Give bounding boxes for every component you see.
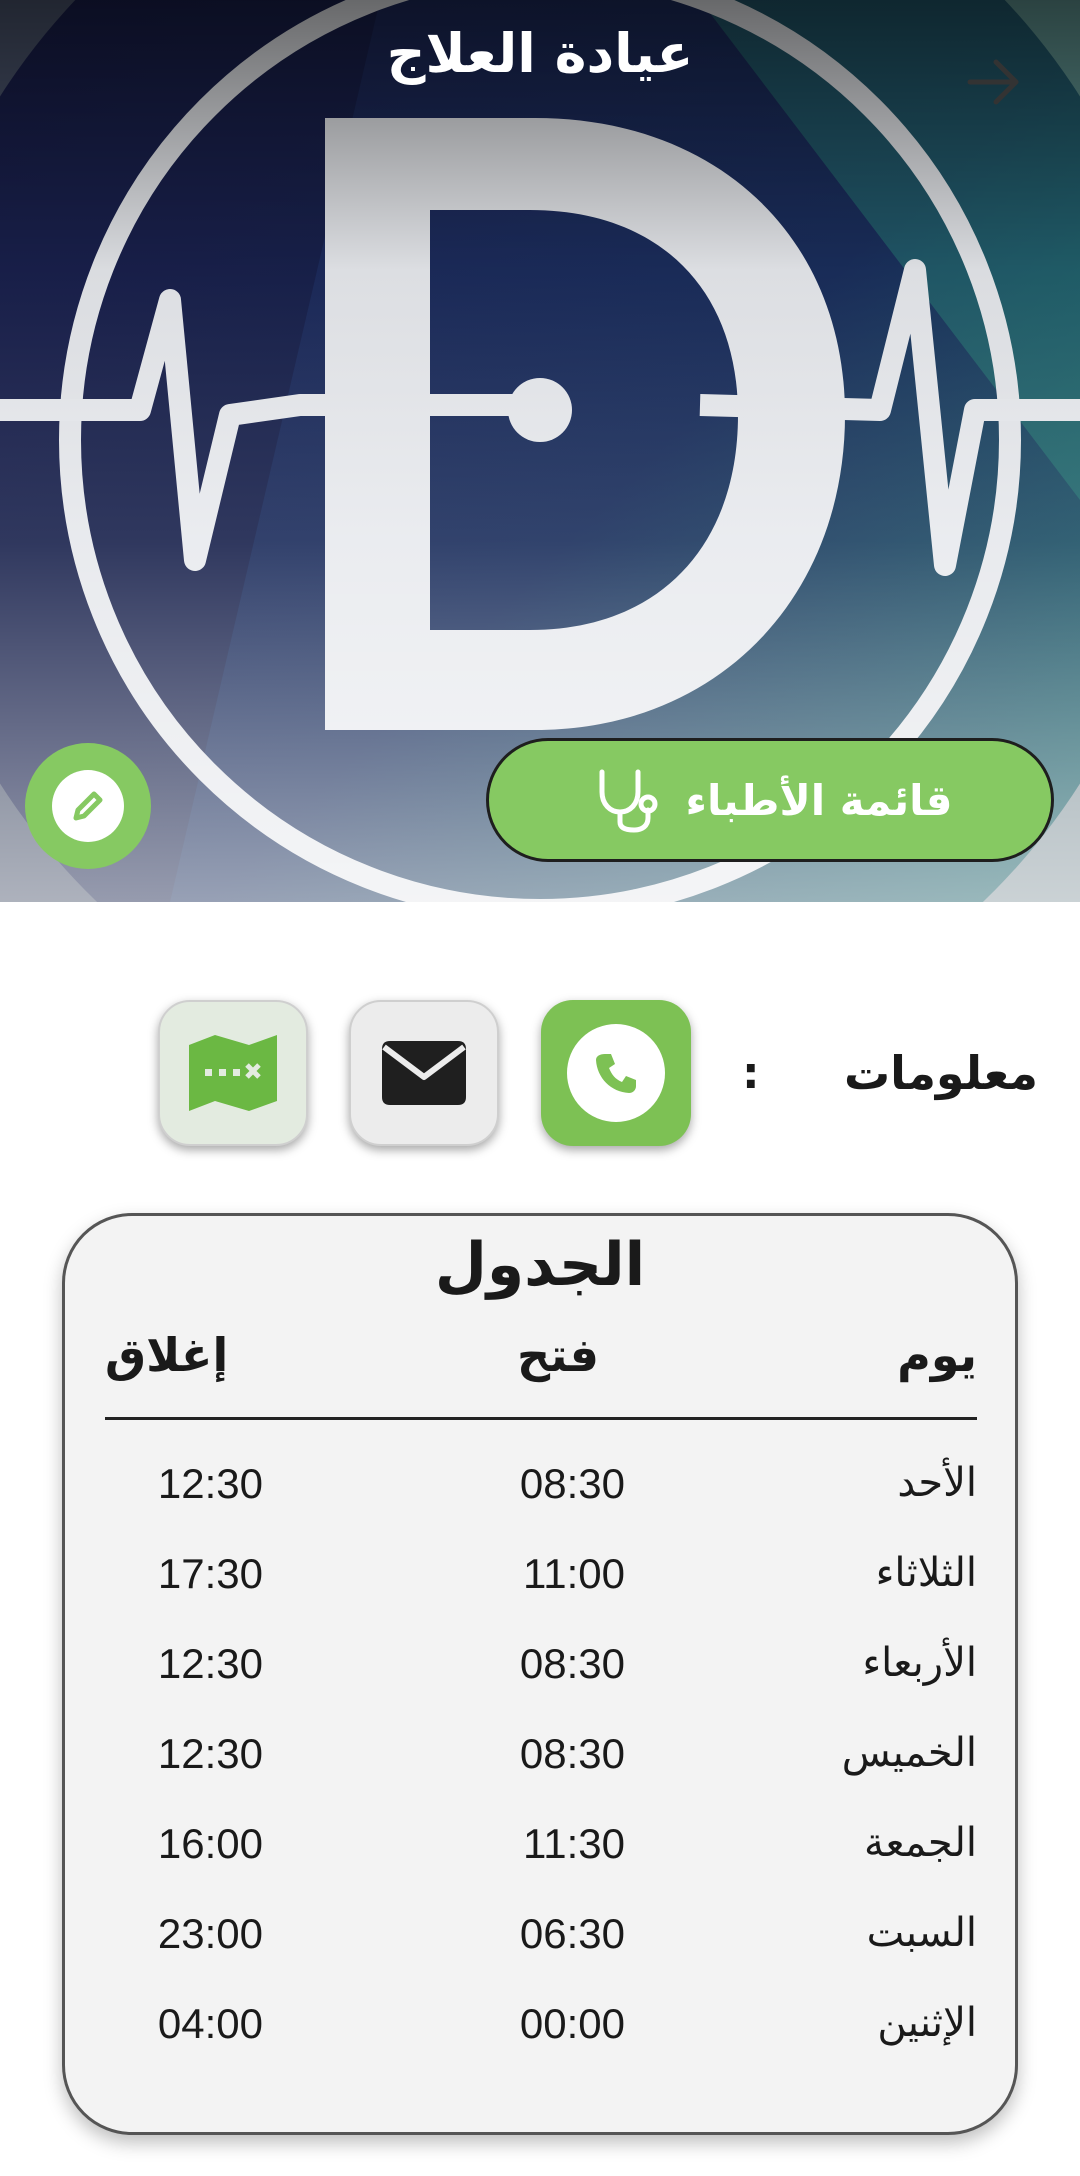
schedule-row: الجمعة 11:30 16:00 [65,1820,1015,1910]
call-button-circle [567,1024,665,1122]
schedule-row: السبت 06:30 23:00 [65,1910,1015,2000]
schedule-rows: الأحد 08:30 12:30 الثلاثاء 11:00 17:30 ا… [65,1460,1015,2090]
row-close-time: 12:30 [157,1640,263,1687]
row-close-time: 12:30 [157,1460,263,1507]
row-day: الجمعة [864,1820,977,1866]
row-day: الإثنين [877,2000,977,2046]
row-open-time: 11:00 [523,1550,625,1597]
row-open-time: 06:30 [519,1910,625,1957]
row-day: الأحد [897,1460,977,1506]
schedule-row: الأربعاء 08:30 12:30 [65,1640,1015,1730]
edit-button-inner [52,770,124,842]
schedule-title: الجدول [434,1230,646,1300]
mail-icon [382,1041,466,1105]
edit-button[interactable] [25,743,151,869]
stethoscope-icon [599,769,658,833]
row-open-time: 08:30 [519,1460,625,1507]
schedule-row: الأحد 08:30 12:30 [65,1460,1015,1550]
doctors-list-button[interactable]: قائمة الأطباء [486,738,1054,862]
phone-icon [596,1054,636,1093]
row-close-time: 17:30 [157,1550,263,1597]
info-colon: : [742,1048,760,1099]
call-button[interactable] [541,1000,691,1146]
schedule-row: الثلاثاء 11:00 17:30 [65,1550,1015,1640]
row-open-time: 08:30 [519,1730,625,1777]
pencil-icon [73,791,103,821]
row-open-time: 11:30 [523,1820,625,1867]
arrow-right-icon[interactable] [964,52,1024,112]
info-label: معلومات [843,1046,1038,1100]
row-close-time: 23:00 [157,1910,263,1957]
row-day: الخميس [841,1730,977,1776]
column-header-close: إغلاق [105,1328,229,1382]
schedule-row: الخميس 08:30 12:30 [65,1730,1015,1820]
map-icon [189,1035,277,1111]
row-close-time: 16:00 [157,1820,263,1867]
column-header-open: فتح [517,1328,600,1382]
row-close-time: 04:00 [157,2000,263,2047]
schedule-row: الإثنين 00:00 04:00 [65,2000,1015,2090]
row-day: السبت [866,1910,977,1956]
header-divider [105,1417,977,1420]
row-day: الأربعاء [862,1640,977,1686]
row-open-time: 00:00 [519,2000,625,2047]
map-button[interactable] [158,1000,308,1146]
email-button[interactable] [349,1000,499,1146]
row-close-time: 12:30 [157,1730,263,1777]
row-day: الثلاثاء [875,1550,977,1596]
page-title: عيادة العلاج [386,22,694,85]
schedule-card: الجدول يوم فتح إغلاق الأحد 08:30 12:30 ا… [62,1213,1018,2135]
doctors-list-label: قائمة الأطباء [685,775,953,825]
row-open-time: 08:30 [519,1640,625,1687]
column-header-day: يوم [897,1328,977,1382]
